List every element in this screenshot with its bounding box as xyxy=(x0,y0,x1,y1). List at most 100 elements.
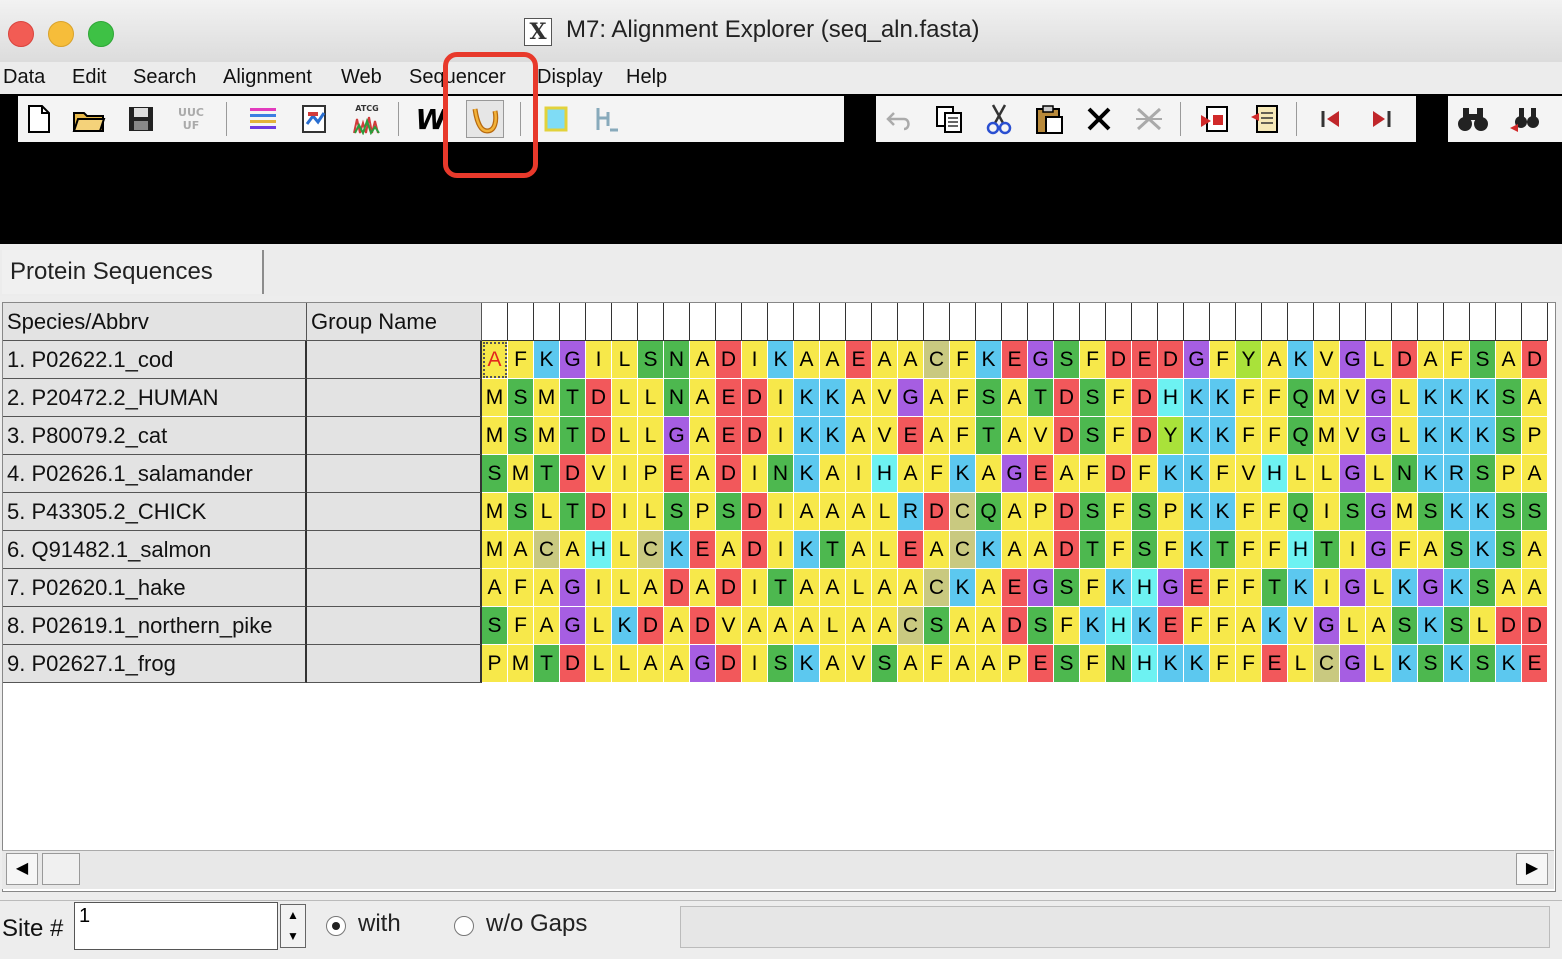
residue-cell[interactable]: I xyxy=(768,379,794,417)
residue-cell[interactable]: T xyxy=(560,379,586,417)
residue-cell[interactable]: K xyxy=(1444,645,1470,683)
residue-cell[interactable]: D xyxy=(1106,455,1132,493)
residue-cell[interactable]: M xyxy=(482,379,508,417)
site-column-header[interactable] xyxy=(1184,303,1210,341)
menu-data[interactable]: Data xyxy=(3,66,45,89)
residue-cell[interactable]: M xyxy=(508,455,534,493)
copy-icon[interactable] xyxy=(930,100,968,138)
residue-cell[interactable]: L xyxy=(820,607,846,645)
residue-cell[interactable]: K xyxy=(976,531,1002,569)
find-previous-icon[interactable] xyxy=(1506,100,1544,138)
residue-cell[interactable]: A xyxy=(560,531,586,569)
site-column-header[interactable] xyxy=(846,303,872,341)
residue-cell[interactable]: F xyxy=(1262,493,1288,531)
residue-cell[interactable]: K xyxy=(1158,645,1184,683)
residue-cell[interactable]: V xyxy=(1340,417,1366,455)
site-column-header[interactable] xyxy=(1158,303,1184,341)
spin-down-icon[interactable]: ▼ xyxy=(281,926,305,947)
residue-cell[interactable]: A xyxy=(846,493,872,531)
residue-cell[interactable]: F xyxy=(1392,531,1418,569)
site-column-header[interactable] xyxy=(482,303,508,341)
residue-cell[interactable]: S xyxy=(508,493,534,531)
residue-cell[interactable]: S xyxy=(1470,455,1496,493)
residue-cell[interactable]: A xyxy=(820,569,846,607)
residue-cell[interactable]: D xyxy=(716,455,742,493)
site-column-header[interactable] xyxy=(1522,303,1548,341)
residue-cell[interactable]: A xyxy=(1522,569,1548,607)
residue-cell[interactable]: E xyxy=(1002,341,1028,379)
residue-cell[interactable]: N xyxy=(768,455,794,493)
residue-cell[interactable]: D xyxy=(1054,379,1080,417)
residue-cell[interactable]: L xyxy=(1470,607,1496,645)
residue-cell[interactable]: K xyxy=(1470,493,1496,531)
residue-cell[interactable]: L xyxy=(586,645,612,683)
residue-cell[interactable]: G xyxy=(1366,417,1392,455)
residue-cell[interactable]: L xyxy=(612,379,638,417)
sequence-name-cell[interactable]: 4. P02626.1_salamander xyxy=(3,455,307,493)
site-column-header[interactable] xyxy=(1392,303,1418,341)
residue-cell[interactable]: T xyxy=(820,531,846,569)
residue-cell[interactable]: A xyxy=(742,607,768,645)
residue-cell[interactable]: S xyxy=(1470,645,1496,683)
residue-cell[interactable]: F xyxy=(508,607,534,645)
residue-cell[interactable]: P xyxy=(1028,493,1054,531)
residue-cell[interactable]: V xyxy=(1340,379,1366,417)
residue-cell[interactable]: E xyxy=(898,417,924,455)
residue-cell[interactable]: G xyxy=(1366,379,1392,417)
residue-cell[interactable]: V xyxy=(1236,455,1262,493)
residue-cell[interactable]: F xyxy=(1080,645,1106,683)
sequence-list-icon[interactable] xyxy=(1246,100,1284,138)
residue-cell[interactable]: A xyxy=(1522,531,1548,569)
residue-cell[interactable]: A xyxy=(1002,379,1028,417)
residue-cell[interactable]: E xyxy=(1184,569,1210,607)
residue-cell[interactable]: K xyxy=(1418,417,1444,455)
residue-cell[interactable]: M xyxy=(1392,493,1418,531)
trim-sequence-icon[interactable] xyxy=(586,100,624,138)
residue-cell[interactable]: K xyxy=(1158,455,1184,493)
residue-cell[interactable]: A xyxy=(1002,493,1028,531)
residue-cell[interactable]: L xyxy=(1288,645,1314,683)
site-number-input[interactable]: 1 xyxy=(74,902,278,950)
residue-cell[interactable]: K xyxy=(1184,531,1210,569)
residue-cell[interactable]: H xyxy=(1262,455,1288,493)
residue-cell[interactable]: T xyxy=(1210,531,1236,569)
residue-cell[interactable]: K xyxy=(1288,569,1314,607)
site-column-header[interactable] xyxy=(1288,303,1314,341)
residue-cell[interactable]: L xyxy=(534,493,560,531)
residue-cell[interactable]: D xyxy=(924,493,950,531)
residue-cell[interactable]: E xyxy=(1262,645,1288,683)
site-column-header[interactable] xyxy=(1210,303,1236,341)
residue-cell[interactable]: Y xyxy=(1158,417,1184,455)
residue-cell[interactable]: F xyxy=(508,569,534,607)
residue-cell[interactable]: A xyxy=(976,607,1002,645)
find-icon[interactable] xyxy=(1454,100,1492,138)
sequence-name-cell[interactable]: 6. Q91482.1_salmon xyxy=(3,531,307,569)
residue-cell[interactable]: L xyxy=(612,417,638,455)
residue-cell[interactable]: A xyxy=(1496,341,1522,379)
residue-cell[interactable]: A xyxy=(794,569,820,607)
paste-icon[interactable] xyxy=(1030,100,1068,138)
site-column-header[interactable] xyxy=(1444,303,1470,341)
residue-cell[interactable]: A xyxy=(976,455,1002,493)
residue-cell[interactable]: K xyxy=(1132,607,1158,645)
residue-cell[interactable]: S xyxy=(1496,417,1522,455)
residue-cell[interactable]: K xyxy=(1444,493,1470,531)
residue-cell[interactable]: D xyxy=(586,493,612,531)
residue-cell[interactable]: N xyxy=(664,379,690,417)
residue-cell[interactable]: R xyxy=(898,493,924,531)
site-column-header[interactable] xyxy=(1028,303,1054,341)
residue-cell[interactable]: I xyxy=(1314,569,1340,607)
residue-cell[interactable]: A xyxy=(898,645,924,683)
residue-cell[interactable]: A xyxy=(820,645,846,683)
residue-cell[interactable]: A xyxy=(950,607,976,645)
residue-cell[interactable]: K xyxy=(1288,341,1314,379)
residue-cell[interactable]: D xyxy=(1522,607,1548,645)
residue-cell[interactable]: A xyxy=(846,379,872,417)
residue-cell[interactable]: I xyxy=(742,341,768,379)
residue-cell[interactable]: D xyxy=(1054,417,1080,455)
spin-up-icon[interactable]: ▲ xyxy=(281,905,305,926)
residue-cell[interactable]: D xyxy=(560,645,586,683)
residue-cell[interactable]: C xyxy=(898,607,924,645)
residue-cell[interactable]: G xyxy=(1340,645,1366,683)
residue-cell[interactable]: I xyxy=(586,341,612,379)
